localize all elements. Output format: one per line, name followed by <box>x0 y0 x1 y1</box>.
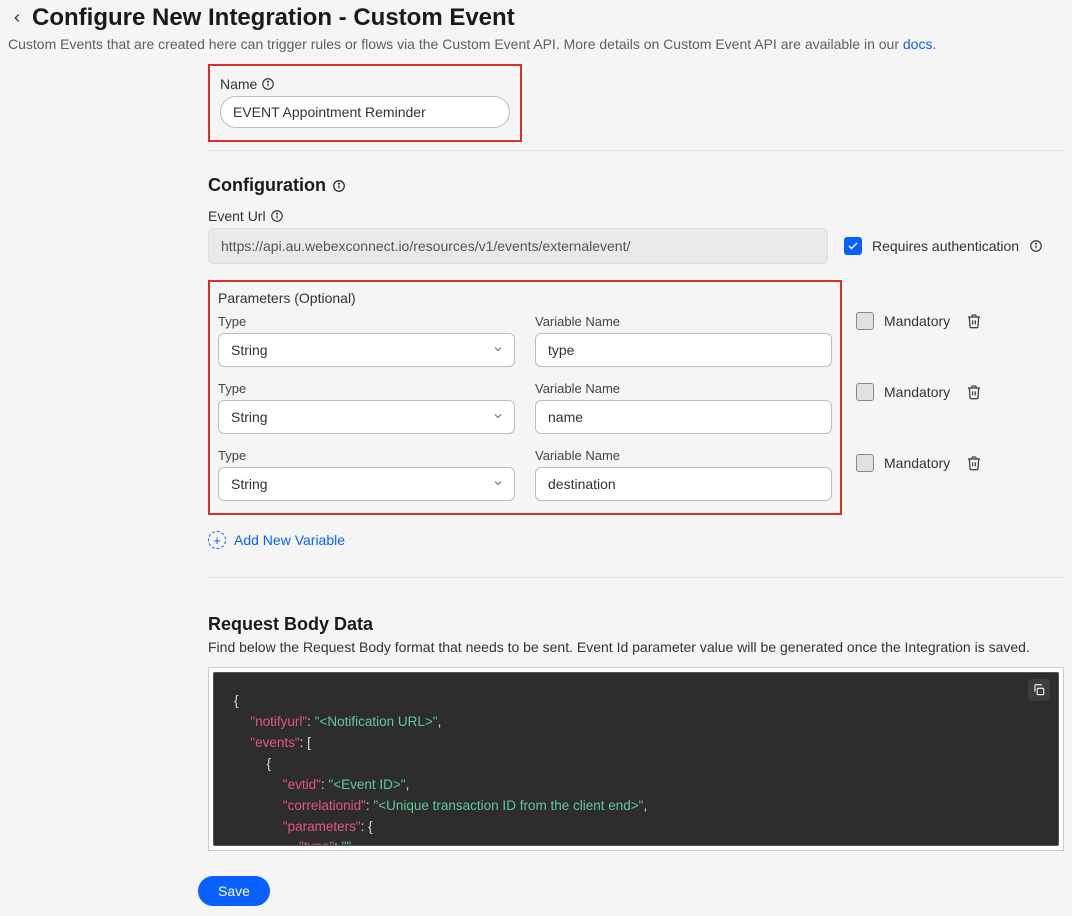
add-new-variable-label: Add New Variable <box>234 532 345 548</box>
type-value: String <box>231 409 268 425</box>
type-select[interactable]: String <box>218 333 515 367</box>
event-url-label-row: Event Url <box>208 208 1064 224</box>
footer-bar: Save <box>0 868 1072 916</box>
varname-label: Variable Name <box>535 314 832 329</box>
plus-icon: + <box>208 531 226 549</box>
type-select[interactable]: String <box>218 467 515 501</box>
mandatory-label: Mandatory <box>884 455 950 471</box>
name-input[interactable] <box>220 96 510 128</box>
param-row: Type String Variable Name <box>218 448 832 501</box>
configuration-heading-row: Configuration <box>208 175 1064 196</box>
page-subtitle: Custom Events that are created here can … <box>8 36 1064 64</box>
save-button[interactable]: Save <box>198 876 270 906</box>
type-select[interactable]: String <box>218 400 515 434</box>
param-row: Type String Variable Name <box>218 381 832 434</box>
request-body-code: { "notifyurl": "<Notification URL>", "ev… <box>213 672 1059 846</box>
chevron-down-icon <box>492 342 504 358</box>
request-body-heading: Request Body Data <box>208 614 1064 635</box>
subtitle-text: Custom Events that are created here can … <box>8 36 903 52</box>
mandatory-checkbox[interactable] <box>856 312 874 330</box>
type-label: Type <box>218 381 515 396</box>
request-body-desc: Find below the Request Body format that … <box>208 639 1064 655</box>
divider <box>208 577 1064 578</box>
event-url-label: Event Url <box>208 208 266 224</box>
parameters-highlight-box: Parameters (Optional) Type String Variab… <box>208 280 842 515</box>
type-label: Type <box>218 314 515 329</box>
varname-label: Variable Name <box>535 448 832 463</box>
back-chevron-icon[interactable] <box>8 9 26 27</box>
mandatory-checkbox[interactable] <box>856 383 874 401</box>
name-label-row: Name <box>220 76 510 92</box>
varname-label: Variable Name <box>535 381 832 396</box>
info-icon[interactable] <box>270 209 284 223</box>
requires-auth-checkbox[interactable] <box>844 237 862 255</box>
name-highlight-box: Name <box>208 64 522 142</box>
type-label: Type <box>218 448 515 463</box>
variable-name-input[interactable] <box>535 467 832 501</box>
info-icon[interactable] <box>261 77 275 91</box>
add-new-variable-button[interactable]: + Add New Variable <box>208 531 1064 549</box>
parameters-heading: Parameters (Optional) <box>218 290 832 306</box>
trash-icon[interactable] <box>966 313 982 329</box>
mandatory-checkbox[interactable] <box>856 454 874 472</box>
param-row: Type String Variable Name <box>218 314 832 367</box>
page-title: Configure New Integration - Custom Event <box>32 4 515 32</box>
code-outer-border: { "notifyurl": "<Notification URL>", "ev… <box>208 667 1064 851</box>
variable-name-input[interactable] <box>535 400 832 434</box>
event-url-value: https://api.au.webexconnect.io/resources… <box>221 238 630 254</box>
chevron-down-icon <box>492 409 504 425</box>
requires-auth-label: Requires authentication <box>872 238 1019 254</box>
chevron-down-icon <box>492 476 504 492</box>
subtitle-suffix: . <box>932 36 936 52</box>
type-value: String <box>231 342 268 358</box>
event-url-field: https://api.au.webexconnect.io/resources… <box>208 228 828 264</box>
variable-name-input[interactable] <box>535 333 832 367</box>
divider <box>208 150 1064 151</box>
name-label: Name <box>220 76 257 92</box>
mandatory-label: Mandatory <box>884 313 950 329</box>
trash-icon[interactable] <box>966 384 982 400</box>
docs-link[interactable]: docs <box>903 36 933 52</box>
copy-icon[interactable] <box>1028 679 1050 701</box>
mandatory-label: Mandatory <box>884 384 950 400</box>
configuration-heading: Configuration <box>208 175 326 196</box>
info-icon[interactable] <box>332 179 346 193</box>
trash-icon[interactable] <box>966 455 982 471</box>
info-icon[interactable] <box>1029 239 1043 253</box>
type-value: String <box>231 476 268 492</box>
